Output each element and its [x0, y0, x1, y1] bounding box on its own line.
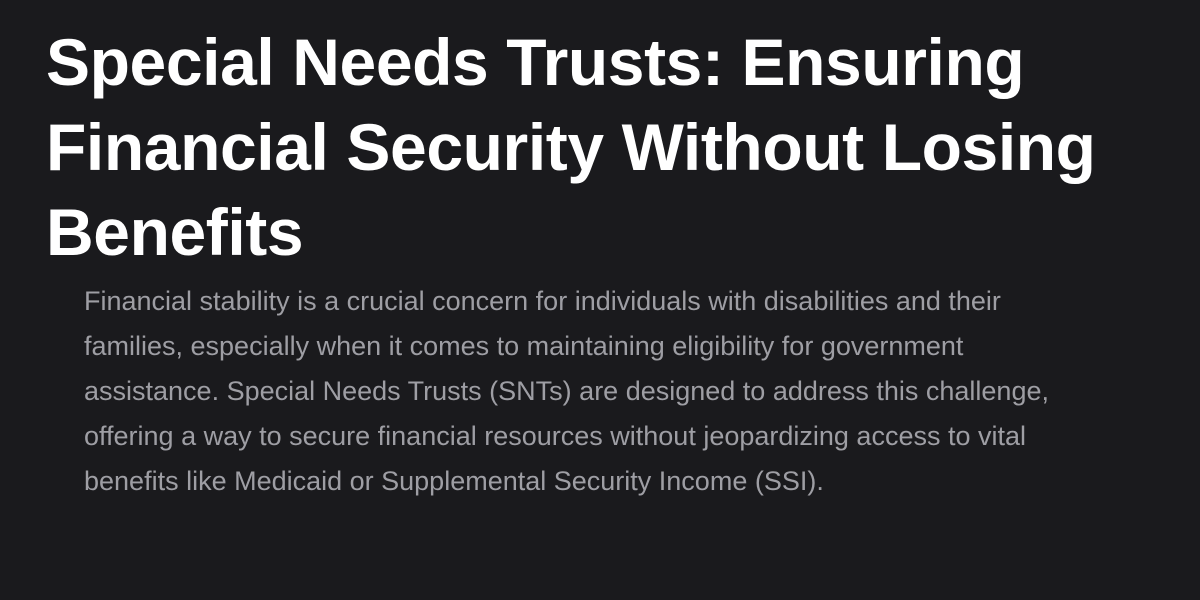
article-intro-paragraph: Financial stability is a crucial concern…	[84, 286, 1049, 496]
article-title: Special Needs Trusts: Ensuring Financial…	[46, 25, 1096, 269]
article-page: Special Needs Trusts: Ensuring Financial…	[0, 0, 1200, 600]
